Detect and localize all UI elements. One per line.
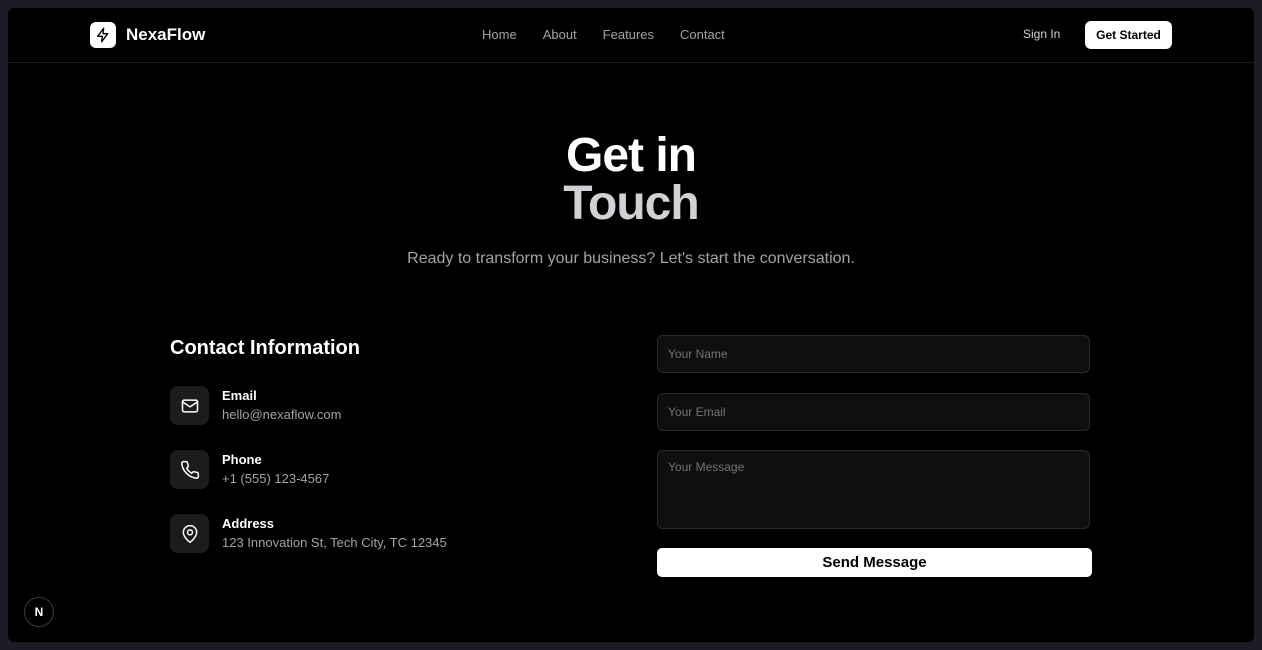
brand-logo[interactable]: NexaFlow — [90, 22, 205, 48]
nav-link-home[interactable]: Home — [482, 27, 517, 42]
nav-link-features[interactable]: Features — [603, 27, 654, 42]
sign-in-link[interactable]: Sign In — [1023, 27, 1060, 41]
contact-value-phone[interactable]: +1 (555) 123-4567 — [222, 469, 329, 489]
contact-item-address: Address 123 Innovation St, Tech City, TC… — [170, 514, 447, 553]
contact-value-email[interactable]: hello@nexaflow.com — [222, 405, 341, 425]
send-message-button[interactable]: Send Message — [657, 548, 1092, 577]
contact-label-email: Email — [222, 388, 257, 403]
message-textarea[interactable] — [657, 450, 1090, 529]
page-title-line2: Touch — [563, 177, 699, 230]
map-pin-icon — [170, 514, 209, 553]
name-input[interactable] — [657, 335, 1090, 373]
contact-info-heading: Contact Information — [170, 337, 360, 359]
navbar: NexaFlow Home About Features Contact Sig… — [8, 8, 1254, 63]
mail-icon — [170, 386, 209, 425]
brand-name: NexaFlow — [126, 25, 206, 44]
phone-icon — [170, 450, 209, 489]
nav-link-about[interactable]: About — [543, 27, 577, 42]
email-input[interactable] — [657, 393, 1090, 431]
nav-link-contact[interactable]: Contact — [680, 27, 725, 42]
get-started-button[interactable]: Get Started — [1085, 21, 1172, 49]
page-subtitle: Ready to transform your business? Let's … — [407, 250, 855, 267]
contact-value-address: 123 Innovation St, Tech City, TC 12345 — [222, 535, 447, 550]
page-title: Get in Touch — [8, 132, 1254, 228]
browser-viewport: NexaFlow Home About Features Contact Sig… — [8, 8, 1254, 642]
nav-links: Home About Features Contact — [482, 27, 725, 42]
contact-item-phone: Phone +1 (555) 123-4567 — [170, 450, 329, 489]
page-title-line1: Get in — [565, 129, 697, 182]
dev-tools-badge[interactable]: N — [24, 597, 54, 627]
contact-label-address: Address — [222, 516, 275, 531]
lightning-bolt-icon — [90, 22, 116, 48]
contact-label-phone: Phone — [222, 452, 262, 467]
contact-item-email: Email hello@nexaflow.com — [170, 386, 341, 425]
